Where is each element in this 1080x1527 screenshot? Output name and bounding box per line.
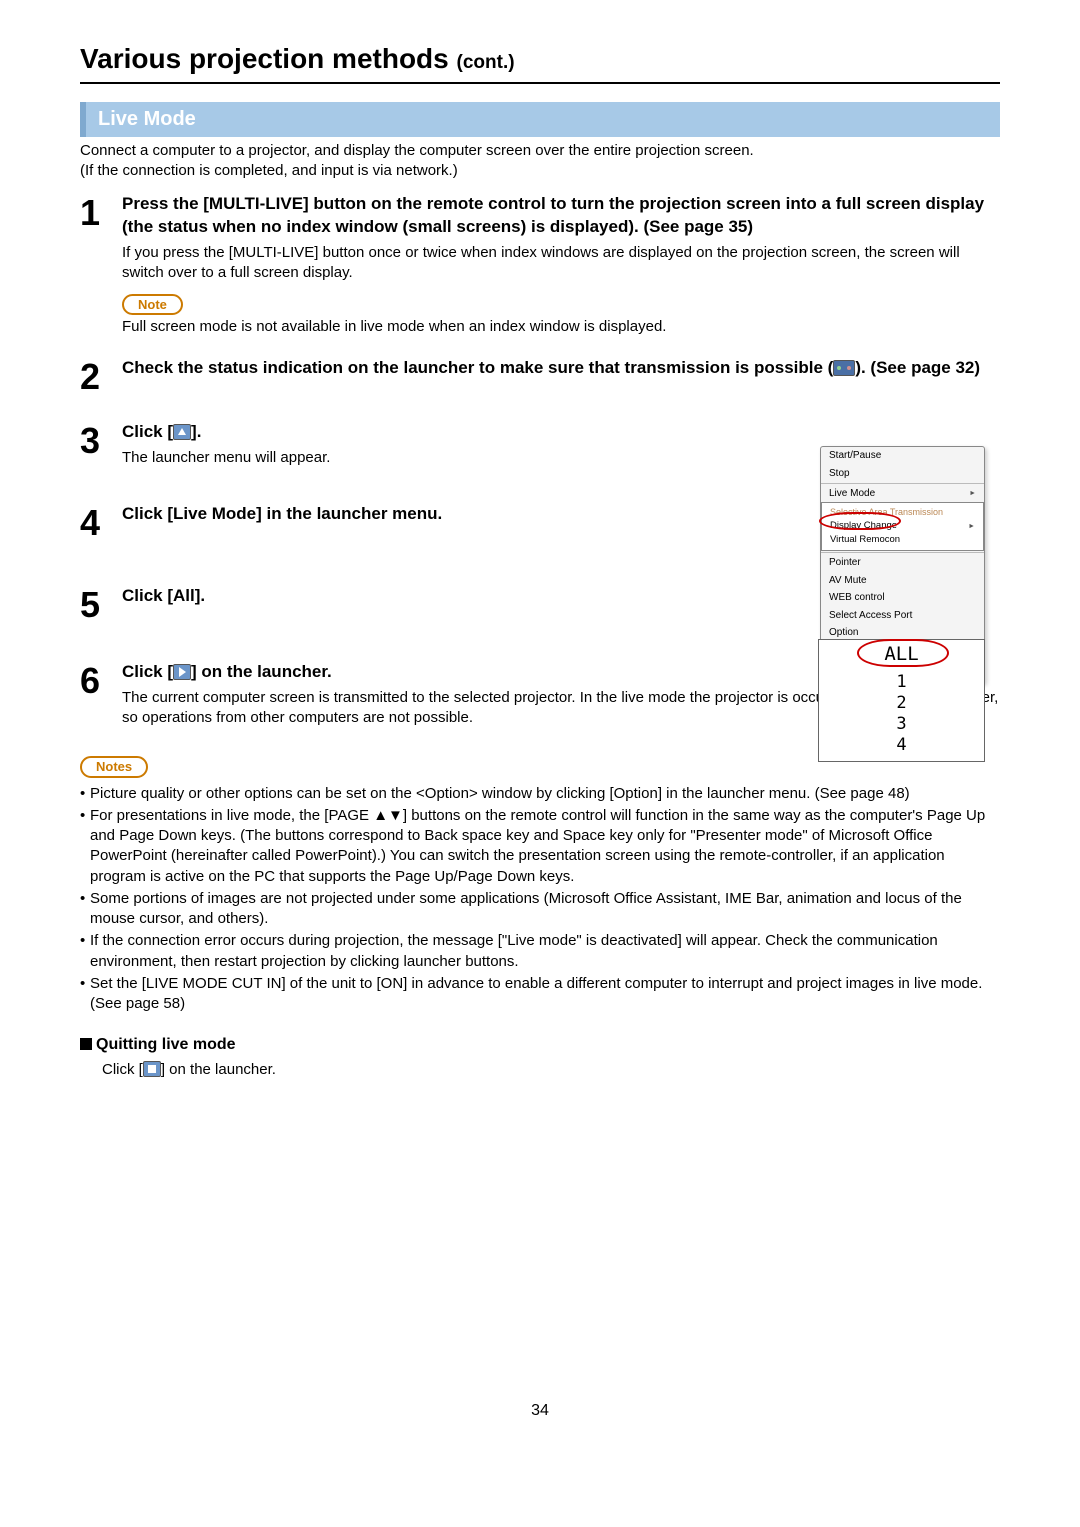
- stop-icon: [143, 1061, 161, 1077]
- title-cont: (cont.): [457, 52, 515, 73]
- all-selection-menu[interactable]: ALL 1 2 3 4: [818, 639, 985, 762]
- step-heading-pre: Click [: [122, 662, 173, 681]
- step-heading-post: ] on the launcher.: [191, 662, 332, 681]
- menu-item-pointer[interactable]: Pointer: [821, 554, 984, 572]
- notes-item: Picture quality or other options can be …: [80, 784, 1000, 804]
- all-menu-head[interactable]: ALL: [819, 640, 984, 672]
- step-number: 2: [80, 357, 122, 395]
- notes-badge: Notes: [80, 756, 148, 778]
- step-heading: Click [].: [122, 421, 1000, 444]
- menu-item-web-control[interactable]: WEB control: [821, 589, 984, 607]
- status-icon: [833, 360, 855, 376]
- notes-item: Set the [LIVE MODE CUT IN] of the unit t…: [80, 974, 1000, 1015]
- step-2: 2 Check the status indication on the lau…: [80, 357, 1000, 395]
- launcher-submenu: Selective Area Transmission Display Chan…: [821, 502, 984, 552]
- all-label: ALL: [884, 643, 918, 665]
- menu-item-stop[interactable]: Stop: [821, 465, 984, 483]
- square-bullet-icon: [80, 1038, 92, 1050]
- menu-item-select-access-port[interactable]: Select Access Port: [821, 607, 984, 625]
- menu-up-icon: [173, 424, 191, 440]
- page-number: 34: [40, 1400, 1040, 1422]
- intro-line2: (If the connection is completed, and inp…: [80, 161, 1000, 181]
- step-number: 4: [80, 503, 122, 541]
- menu-item-start[interactable]: Start/Pause: [821, 447, 984, 465]
- quitting-body: Click [ ] on the launcher.: [80, 1060, 1000, 1080]
- quitting-heading: Quitting live mode: [80, 1034, 1000, 1056]
- menu-item-label: Live Mode: [829, 488, 875, 499]
- submenu-item-display-change[interactable]: Display Change: [822, 519, 983, 534]
- note-badge: Note: [122, 294, 183, 316]
- step-heading: Check the status indication on the launc…: [122, 357, 1000, 380]
- all-menu-item-4[interactable]: 4: [819, 735, 984, 756]
- all-menu-item-3[interactable]: 3: [819, 714, 984, 735]
- step-1: 1 Press the [MULTI-LIVE] button on the r…: [80, 193, 1000, 347]
- submenu-item-sat[interactable]: Selective Area Transmission: [822, 505, 983, 519]
- note-text: Full screen mode is not available in liv…: [122, 317, 1000, 337]
- title-rule: [80, 82, 1000, 84]
- menu-item-av-mute[interactable]: AV Mute: [821, 572, 984, 590]
- notes-list: Picture quality or other options can be …: [80, 784, 1000, 1015]
- step-heading-post: ].: [191, 422, 201, 441]
- menu-separator: [821, 483, 984, 484]
- title-main: Various projection methods: [80, 43, 449, 74]
- step-heading-pre: Click [: [122, 422, 173, 441]
- quitting-body-post: ] on the launcher.: [161, 1061, 276, 1078]
- all-menu-item-2[interactable]: 2: [819, 693, 984, 714]
- notes-item: Some portions of images are not projecte…: [80, 889, 1000, 930]
- menu-separator: [821, 552, 984, 553]
- quitting-title: Quitting live mode: [96, 1036, 236, 1053]
- step-number: 3: [80, 421, 122, 472]
- intro-text: Connect a computer to a projector, and d…: [80, 141, 1000, 182]
- submenu-item-virtual-remocon[interactable]: Virtual Remocon: [822, 533, 983, 548]
- menu-item-live-mode[interactable]: Live Mode: [821, 485, 984, 503]
- step-number: 6: [80, 661, 122, 732]
- step-heading-pre: Check the status indication on the launc…: [122, 358, 833, 377]
- notes-item: For presentations in live mode, the [PAG…: [80, 806, 1000, 887]
- all-menu-item-1[interactable]: 1: [819, 672, 984, 693]
- step-heading-post: ). (See page 32): [855, 358, 980, 377]
- page-title: Various projection methods (cont.): [80, 40, 1000, 78]
- step-number: 5: [80, 585, 122, 623]
- step-body-text: If you press the [MULTI-LIVE] button onc…: [122, 243, 1000, 284]
- notes-item: If the connection error occurs during pr…: [80, 931, 1000, 972]
- section-title: Live Mode: [80, 102, 1000, 137]
- step-heading: Press the [MULTI-LIVE] button on the rem…: [122, 193, 1000, 239]
- intro-line1: Connect a computer to a projector, and d…: [80, 141, 1000, 161]
- play-icon: [173, 664, 191, 680]
- step-number: 1: [80, 193, 122, 347]
- quitting-body-pre: Click [: [102, 1061, 143, 1078]
